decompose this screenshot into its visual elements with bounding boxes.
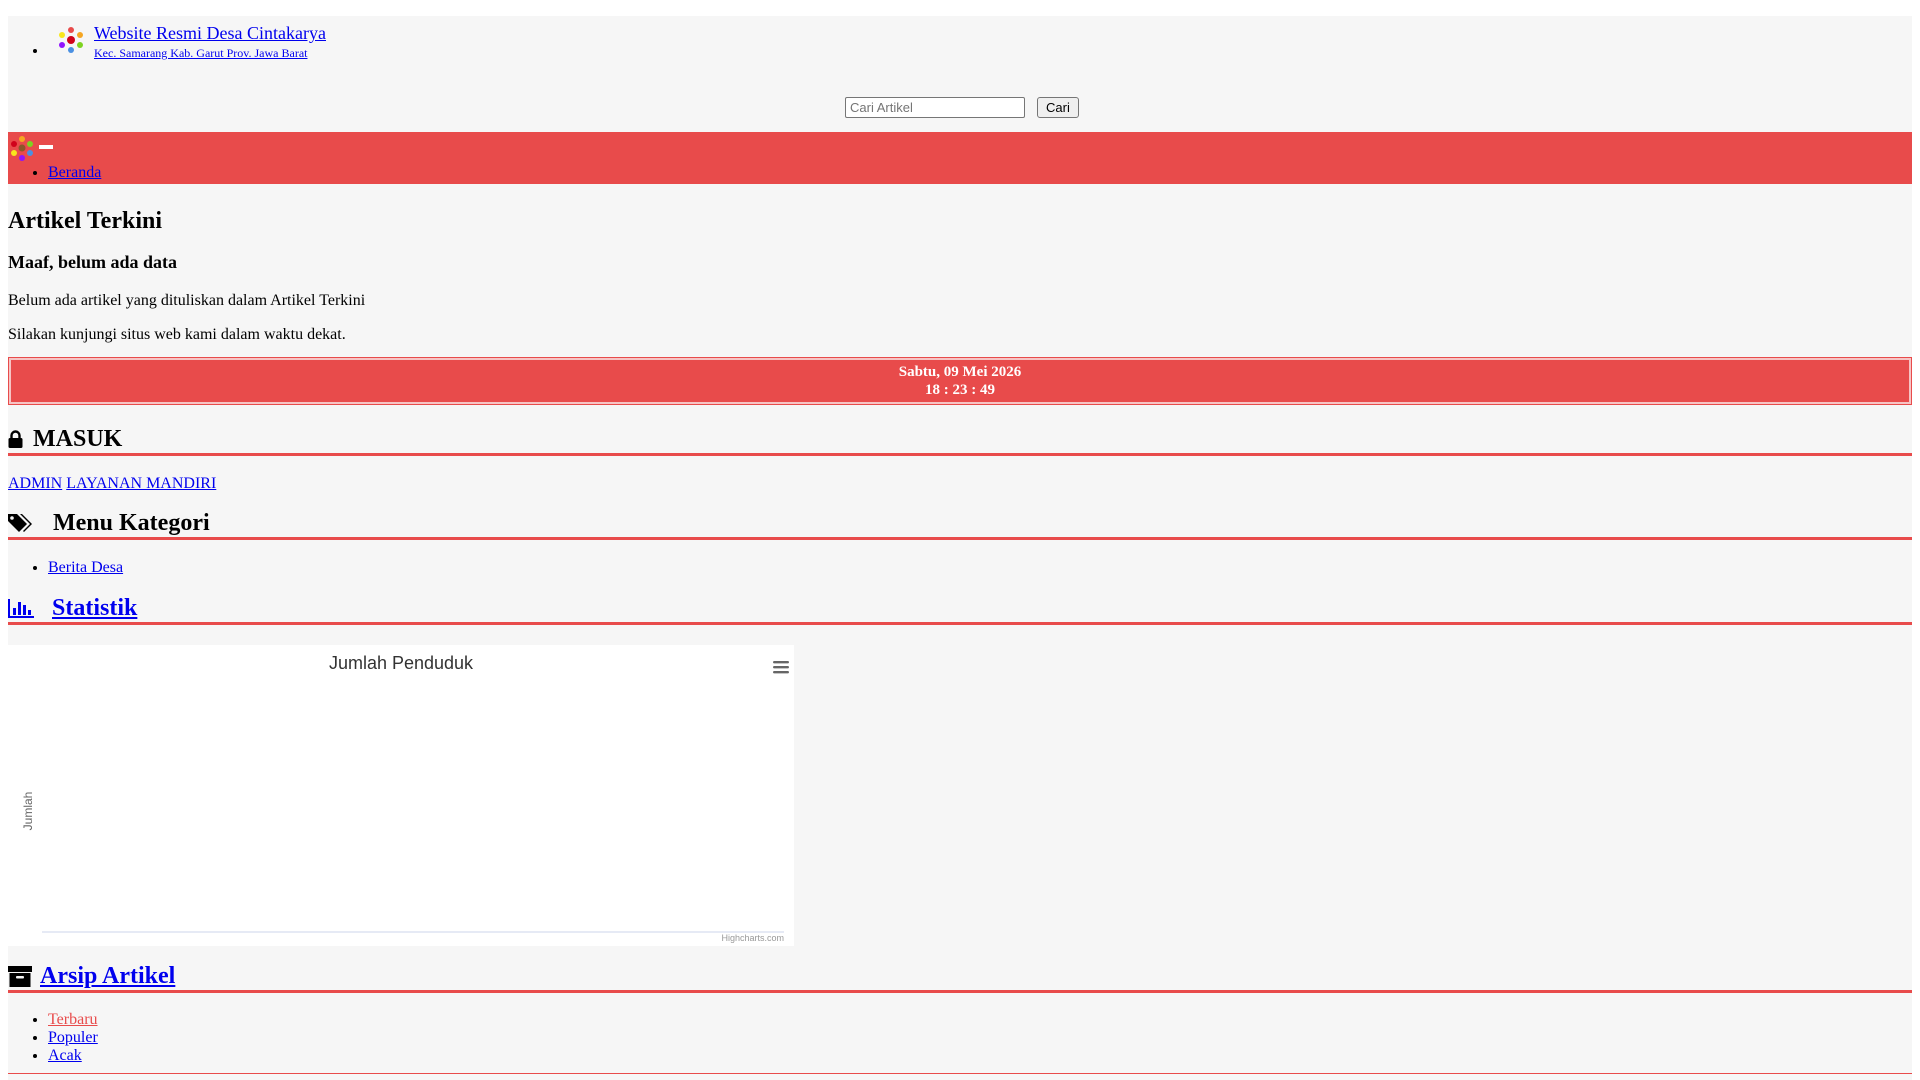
login-links: ADMIN LAYANAN MANDIRI	[8, 475, 1912, 493]
nav-list: Beranda	[8, 164, 101, 182]
category-item: Berita Desa	[48, 559, 1912, 577]
login-widget-title: MASUK	[8, 425, 1912, 456]
chart-y-axis-label: Jumlah	[21, 792, 35, 831]
empty-title: Maaf, belum ada data	[8, 252, 178, 272]
archive-tab-item: Acak	[48, 1047, 1912, 1065]
tags-icon	[8, 513, 35, 533]
category-widget-title: Menu Kategori	[8, 509, 1912, 540]
tab-terbaru[interactable]: Terbaru	[48, 1011, 98, 1028]
nav-link-beranda[interactable]: Beranda	[48, 164, 101, 181]
lock-icon	[8, 430, 23, 448]
nav-item-beranda: Beranda	[48, 164, 101, 182]
current-time: 18 : 23 : 49	[925, 382, 995, 398]
stats-link[interactable]: Statistik	[8, 595, 137, 622]
site-subtitle: Kec. Samarang Kab. Garut Prov. Jawa Bara…	[94, 46, 308, 60]
current-date: Sabtu, 09 Mei 2026	[898, 364, 1022, 380]
brand-item: Website Resmi Desa Cintakarya Kec. Samar…	[48, 16, 326, 63]
chart-context-menu-icon[interactable]	[772, 658, 790, 676]
population-chart: Jumlah Penduduk Jumlah Highcharts.com	[8, 645, 794, 946]
main-content: Artikel Terkini Maaf, belum ada data Bel…	[8, 184, 1912, 1074]
category-list: Berita Desa	[8, 559, 1912, 577]
tab-acak[interactable]: Acak	[48, 1047, 82, 1064]
archive-tab-item: Populer	[48, 1029, 1912, 1047]
category-title-text: Menu Kategori	[53, 509, 210, 536]
chart-credit[interactable]: Highcharts.com	[721, 933, 784, 943]
brand-link[interactable]: Website Resmi Desa Cintakarya Kec. Samar…	[48, 23, 326, 63]
archive-tab-item: Terbaru	[48, 1011, 1912, 1029]
login-title-text: MASUK	[33, 425, 123, 452]
site-header: Website Resmi Desa Cintakarya Kec. Samar…	[8, 16, 1912, 132]
village-logo-icon	[59, 27, 83, 53]
chart-title: Jumlah Penduduk	[329, 653, 474, 673]
page: Website Resmi Desa Cintakarya Kec. Samar…	[8, 16, 1912, 1080]
archive-box-icon	[8, 965, 32, 987]
menu-toggle-button[interactable]	[39, 145, 53, 149]
archive-widget-title: Arsip Artikel	[8, 962, 1912, 993]
archive-divider	[8, 1073, 1912, 1074]
empty-message: Belum ada artikel yang dituliskan dalam …	[8, 292, 366, 309]
stats-widget-title: Statistik	[8, 594, 1912, 625]
tab-populer[interactable]: Populer	[48, 1029, 98, 1046]
archive-tabs: Terbaru Populer Acak	[8, 1011, 1912, 1065]
articles-title: Artikel Terkini	[8, 208, 163, 234]
layanan-mandiri-link[interactable]: LAYANAN MANDIRI	[66, 475, 216, 492]
search-button[interactable]: Cari	[1037, 97, 1079, 118]
chart-svg: Jumlah Penduduk Jumlah Highcharts.com	[21, 653, 790, 943]
brand-text: Website Resmi Desa Cintakarya Kec. Samar…	[94, 23, 326, 63]
admin-link[interactable]: ADMIN	[8, 475, 62, 492]
category-link-berita-desa[interactable]: Berita Desa	[48, 559, 123, 576]
search-input[interactable]	[845, 97, 1025, 118]
brand-list: Website Resmi Desa Cintakarya Kec. Samar…	[8, 16, 326, 63]
nav-logo-icon[interactable]	[8, 134, 36, 162]
site-title: Website Resmi Desa Cintakarya	[94, 23, 326, 43]
main-nav: Beranda	[8, 132, 1912, 184]
archive-title-text: Arsip Artikel	[40, 962, 176, 989]
datetime-box: Sabtu, 09 Mei 2026 18 : 23 : 49	[8, 357, 1912, 405]
empty-message-2: Silakan kunjungi situs web kami dalam wa…	[8, 326, 346, 343]
bar-chart-icon	[8, 598, 34, 618]
archive-link[interactable]: Arsip Artikel	[8, 963, 175, 990]
search-form: Cari	[845, 97, 1079, 118]
stats-title-text: Statistik	[52, 594, 138, 621]
